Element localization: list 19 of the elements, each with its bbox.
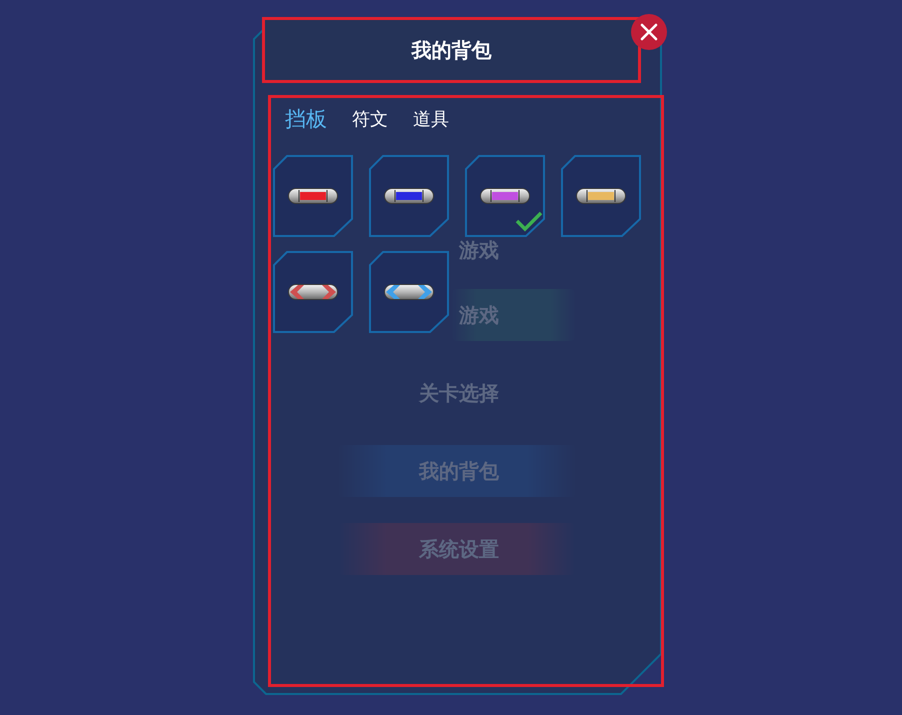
capsule-icon xyxy=(480,188,530,204)
tab[interactable]: 道具 xyxy=(413,107,449,131)
item-slot[interactable] xyxy=(369,155,449,237)
item-slot[interactable] xyxy=(561,155,641,237)
item-slot[interactable] xyxy=(273,155,353,237)
close-icon xyxy=(640,23,658,41)
tab[interactable]: 挡板 xyxy=(285,107,327,131)
checkmark-icon xyxy=(515,210,543,232)
item-slot[interactable] xyxy=(465,155,545,237)
item-slot[interactable] xyxy=(273,251,353,333)
capsule-icon xyxy=(288,188,338,204)
item-slot[interactable] xyxy=(369,251,449,333)
capsule-icon xyxy=(384,284,434,300)
capsule-icon xyxy=(288,284,338,300)
close-button[interactable] xyxy=(631,14,667,50)
capsule-icon xyxy=(384,188,434,204)
capsule-icon xyxy=(576,188,626,204)
window-title: 我的背包 xyxy=(412,38,492,64)
tab[interactable]: 符文 xyxy=(352,107,388,131)
